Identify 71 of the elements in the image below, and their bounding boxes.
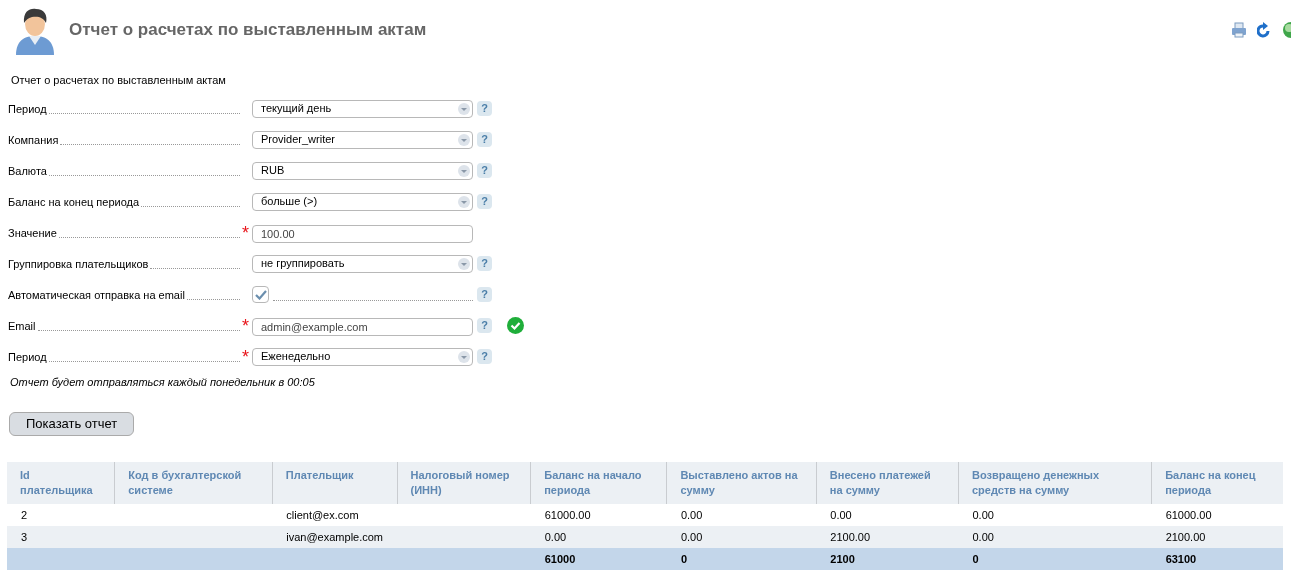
total-cell: 61000 [530, 548, 667, 570]
dropdown[interactable]: больше (>) [252, 192, 473, 211]
table-cell: 61000.00 [1151, 504, 1283, 526]
caret-icon [458, 257, 470, 270]
field-label: Компания [8, 133, 59, 147]
input-field[interactable]: admin@example.com [252, 317, 473, 336]
table-cell: 0.00 [958, 504, 1152, 526]
required-mark: * [242, 349, 250, 364]
field-label: Группировка плательщиков [8, 257, 149, 271]
schedule-note: Отчет будет отправляться каждый понедельник в 00:05 [10, 374, 316, 390]
required-mark: * [242, 318, 250, 333]
help-button[interactable]: ? [477, 101, 492, 116]
caret-icon [458, 102, 470, 115]
table-cell: 0.00 [666, 504, 817, 526]
table-cell: 2100.00 [816, 526, 959, 548]
field-label: Период [8, 350, 47, 364]
caret-icon [458, 164, 470, 177]
refresh-icon[interactable] [1257, 22, 1271, 38]
total-cell: 2100 [816, 548, 959, 570]
globe-icon[interactable] [1281, 22, 1291, 38]
total-cell: 0 [666, 548, 817, 570]
checkmark-icon [254, 289, 267, 300]
table-cell: 2100.00 [1151, 526, 1283, 548]
table-cell: 61000.00 [530, 504, 667, 526]
total-cell: 0 [958, 548, 1152, 570]
caret-icon [458, 350, 470, 363]
help-button[interactable]: ? [477, 318, 492, 333]
required-mark: * [242, 225, 250, 240]
help-button[interactable]: ? [477, 287, 492, 302]
show-report-button[interactable]: Показать отчет [9, 412, 135, 436]
report-subtitle: Отчет о расчетах по выставленным актам [11, 73, 227, 88]
table-cell: client@ex.com [272, 504, 398, 526]
page-title: Отчет о расчетах по выставленным актам [69, 19, 427, 42]
table-cell: 2 [7, 504, 115, 526]
field-label: Валюта [8, 164, 47, 178]
table-cell: 0.00 [666, 526, 817, 548]
table-cell: ivan@example.com [272, 526, 398, 548]
field-label: Баланс на конец периода [8, 195, 140, 209]
table-cell: 0.00 [816, 504, 959, 526]
dropdown[interactable]: RUB [252, 161, 473, 180]
caret-icon [458, 195, 470, 208]
input-field[interactable]: 100.00 [252, 224, 473, 243]
help-button[interactable]: ? [477, 163, 492, 178]
column-header: Возвращено денежных средств на сумму [958, 462, 1152, 504]
table-cell: 3 [7, 526, 115, 548]
caret-icon [458, 133, 470, 146]
field-label: Период [8, 102, 47, 116]
column-header: Плательщик [272, 462, 398, 504]
help-button[interactable]: ? [477, 132, 492, 147]
dropdown[interactable]: не группировать [252, 254, 473, 273]
field-label: Автоматическая отправка на email [8, 288, 185, 302]
column-header: Налоговый номер (ИНН) [397, 462, 531, 504]
column-header: Код в бухгалтерской системе [114, 462, 273, 504]
column-header: Id плательщика [7, 462, 115, 504]
column-header: Баланс на конец периода [1151, 462, 1283, 504]
help-button[interactable]: ? [477, 256, 492, 271]
dropdown[interactable]: Еженедельно [252, 347, 473, 366]
column-header: Выставлено актов на сумму [666, 462, 817, 504]
table-cell: 0.00 [530, 526, 667, 548]
printer-icon[interactable] [1231, 22, 1247, 38]
field-label: Значение [8, 226, 57, 240]
help-button[interactable]: ? [477, 349, 492, 364]
help-button[interactable]: ? [477, 194, 492, 209]
column-header: Внесено платежей на сумму [816, 462, 959, 504]
total-cell: 63100 [1151, 548, 1283, 570]
dropdown[interactable]: текущий день [252, 99, 473, 118]
column-header: Баланс на начало периода [530, 462, 667, 504]
table-cell: 0.00 [958, 526, 1152, 548]
field-label: Email [8, 319, 36, 333]
dropdown[interactable]: Provider_writer [252, 130, 473, 149]
checkbox[interactable] [252, 286, 269, 303]
